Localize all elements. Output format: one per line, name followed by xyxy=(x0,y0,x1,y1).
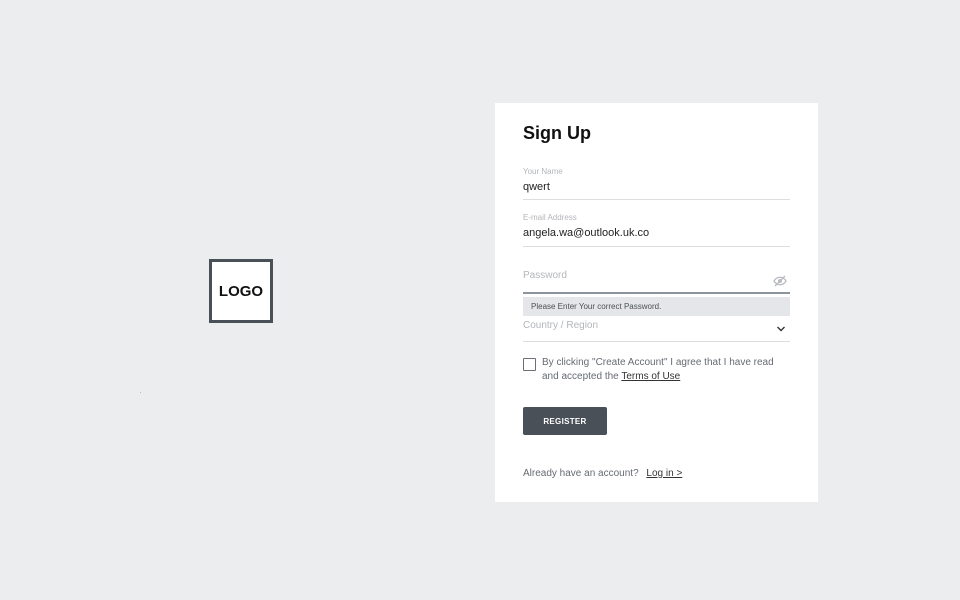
country-placeholder: Country / Region xyxy=(523,320,599,331)
name-field[interactable]: Your Name qwert xyxy=(523,167,790,200)
login-link[interactable]: Log in > xyxy=(646,468,682,479)
password-error: Please Enter Your correct Password. xyxy=(523,297,790,316)
country-select[interactable]: Country / Region xyxy=(523,319,790,342)
chevron-down-icon[interactable] xyxy=(776,325,786,333)
signup-card: Sign Up Your Name qwert E-mail Address a… xyxy=(495,103,818,502)
register-button[interactable]: REGISTER xyxy=(523,407,607,435)
eye-slash-icon[interactable] xyxy=(773,275,787,287)
logo-text: LOGO xyxy=(218,282,264,300)
login-prompt: Already have an account? Log in > xyxy=(523,468,682,479)
password-field[interactable]: Password xyxy=(523,269,790,294)
terms-text: By clicking "Create Account" I agree tha… xyxy=(542,356,792,384)
decorative-dot xyxy=(140,392,141,393)
page-title: Sign Up xyxy=(523,123,591,143)
login-prompt-text: Already have an account? xyxy=(523,468,639,479)
email-label: E-mail Address xyxy=(523,213,577,222)
email-value[interactable]: angela.wa@outlook.uk.co xyxy=(523,226,790,246)
name-value[interactable]: qwert xyxy=(523,180,790,200)
terms-of-use-link[interactable]: Terms of Use xyxy=(621,371,680,382)
terms-checkbox[interactable] xyxy=(523,358,536,371)
email-field[interactable]: E-mail Address angela.wa@outlook.uk.co xyxy=(523,213,790,247)
password-placeholder: Password xyxy=(523,270,567,281)
name-label: Your Name xyxy=(523,167,563,176)
logo: LOGO xyxy=(209,259,273,323)
